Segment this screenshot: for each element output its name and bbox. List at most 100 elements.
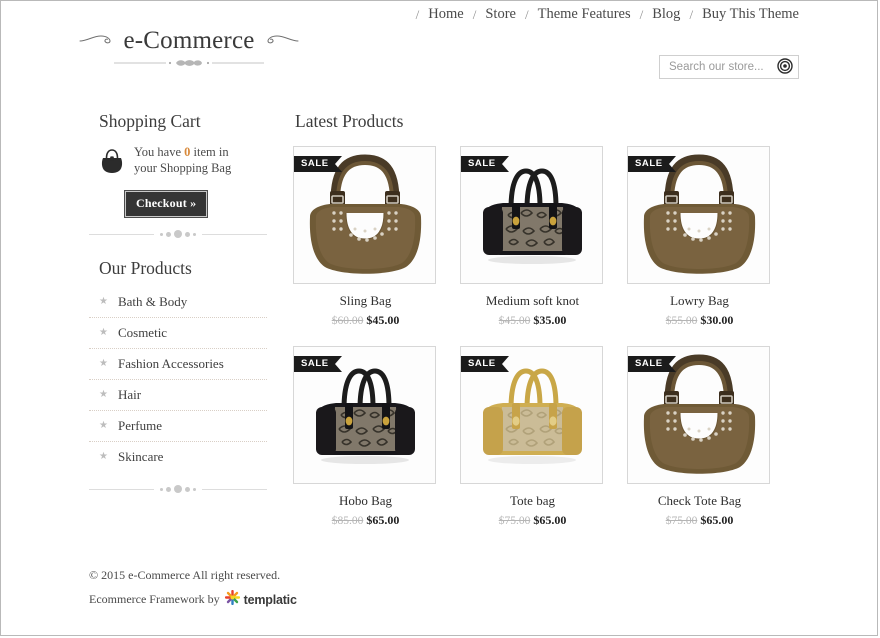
product-name[interactable]: Lowry Bag [627,293,772,309]
search-box[interactable] [659,55,799,79]
product-new-price: $45.00 [366,313,400,327]
page-content: Shopping Cart You have 0 item in your Sh… [1,99,877,528]
logo-text: e-Commerce [123,27,255,54]
product-name[interactable]: Sling Bag [293,293,438,309]
product-old-price: $75.00 [665,515,698,527]
site-logo[interactable]: e-Commerce [79,27,299,67]
sale-badge: SALE [294,356,342,372]
logo-ornament-divider [89,58,289,67]
sale-badge-tail [501,156,509,172]
product-price: $60.00 $45.00 [293,313,438,328]
category-item-hair[interactable]: ★ Hair [89,380,267,411]
shopping-cart-title: Shopping Cart [99,111,201,131]
product-new-price: $30.00 [700,313,734,327]
divider-dots [154,230,202,238]
nav-item-theme-features[interactable]: Theme Features [538,6,631,23]
product-new-price: $65.00 [366,513,400,527]
divider-line-right [202,233,267,235]
search-input[interactable] [667,60,776,74]
category-item-cosmetic[interactable]: ★ Cosmetic [89,318,267,349]
product-thumbnail[interactable]: SALE [293,146,436,284]
divider-dot [174,230,182,238]
product-card: SALE [627,146,772,328]
product-new-price: $65.00 [533,513,567,527]
flourish-left-icon [79,32,117,50]
sale-badge-label: SALE [294,156,335,172]
checkout-button[interactable]: Checkout » [123,190,209,218]
product-grid: SALE Sling Bag $60.00 $45.00 SALE Medium… [293,146,877,528]
nav-item-home[interactable]: Home [428,6,463,23]
category-item-perfume[interactable]: ★ Perfume [89,411,267,442]
star-icon: ★ [99,296,108,307]
templatic-starburst-logo-icon [224,589,240,609]
sale-badge-label: SALE [461,156,502,172]
nav-item-blog[interactable]: Blog [652,6,680,23]
product-thumbnail[interactable]: SALE [293,346,436,484]
product-old-price: $75.00 [498,515,531,527]
divider-dot [193,232,196,236]
sale-badge-tail [501,356,509,372]
cart-section-divider [89,230,267,238]
cart-message-before: You have [134,145,185,159]
sale-badge-label: SALE [628,356,669,372]
divider-dot [166,231,171,237]
divider-dot [185,231,190,237]
handbag-icon [97,146,127,181]
category-item-fashion-accessories[interactable]: ★ Fashion Accessories [89,349,267,380]
product-thumbnail[interactable]: SALE [627,346,770,484]
sale-badge-tail [668,356,676,372]
divider-line-left [89,488,154,490]
nav-item-store[interactable]: Store [485,6,516,23]
site-header: / Home / Store / Theme Features / Blog /… [1,1,877,99]
sale-badge: SALE [628,356,676,372]
product-name[interactable]: Tote bag [460,493,605,509]
our-products-title: Our Products [99,258,192,278]
flourish-right-icon [261,32,299,50]
cart-message: You have 0 item in your Shopping Bag [134,144,254,176]
sale-badge-label: SALE [294,356,335,372]
nav-separator: / [639,6,644,22]
product-name[interactable]: Medium soft knot [460,293,605,309]
product-card: SALE [293,146,438,328]
product-thumbnail[interactable]: SALE [627,146,770,284]
copyright-text: © 2015 e-Commerce All right reserved. [89,568,281,582]
nav-separator: / [689,6,694,22]
category-list: ★ Bath & Body ★ Cosmetic ★ Fashion Acces… [89,287,267,472]
product-price: $75.00 $65.00 [627,513,772,528]
divider-line-right [202,488,267,490]
primary-navigation: / Home / Store / Theme Features / Blog /… [407,6,799,23]
divider-dot [174,485,182,493]
search-submit-button[interactable] [776,57,794,77]
templatic-brand-name: templatic [243,592,297,607]
product-price: $45.00 $35.00 [460,313,605,328]
sale-badge-label: SALE [628,156,669,172]
star-icon: ★ [99,358,108,369]
product-price: $85.00 $65.00 [293,513,438,528]
product-name[interactable]: Check Tote Bag [627,493,772,509]
category-item-skincare[interactable]: ★ Skincare [89,442,267,472]
product-old-price: $60.00 [331,315,364,327]
product-old-price: $55.00 [665,315,698,327]
product-thumbnail[interactable]: SALE [460,346,603,484]
target-search-icon [777,57,793,77]
sale-badge: SALE [461,156,509,172]
shopping-cart-summary: You have 0 item in your Shopping Bag [97,144,274,181]
main-column: Latest Products SALE Sling Bag $60.00 $4… [274,99,877,528]
sale-badge: SALE [628,156,676,172]
category-section-divider [89,485,267,493]
product-thumbnail[interactable]: SALE [460,146,603,284]
latest-products-title: Latest Products [295,111,404,131]
divider-dot [160,232,163,236]
credit-prefix: Ecommerce Framework by [89,592,220,606]
star-icon: ★ [99,389,108,400]
sale-badge-label: SALE [461,356,502,372]
star-icon: ★ [99,451,108,462]
product-old-price: $45.00 [498,315,531,327]
sidebar: Shopping Cart You have 0 item in your Sh… [89,99,274,528]
sale-badge-tail [668,156,676,172]
product-price: $75.00 $65.00 [460,513,605,528]
nav-item-buy-this-theme[interactable]: Buy This Theme [702,6,799,23]
product-name[interactable]: Hobo Bag [293,493,438,509]
category-item-bath-and-body[interactable]: ★ Bath & Body [89,287,267,318]
product-new-price: $65.00 [700,513,734,527]
